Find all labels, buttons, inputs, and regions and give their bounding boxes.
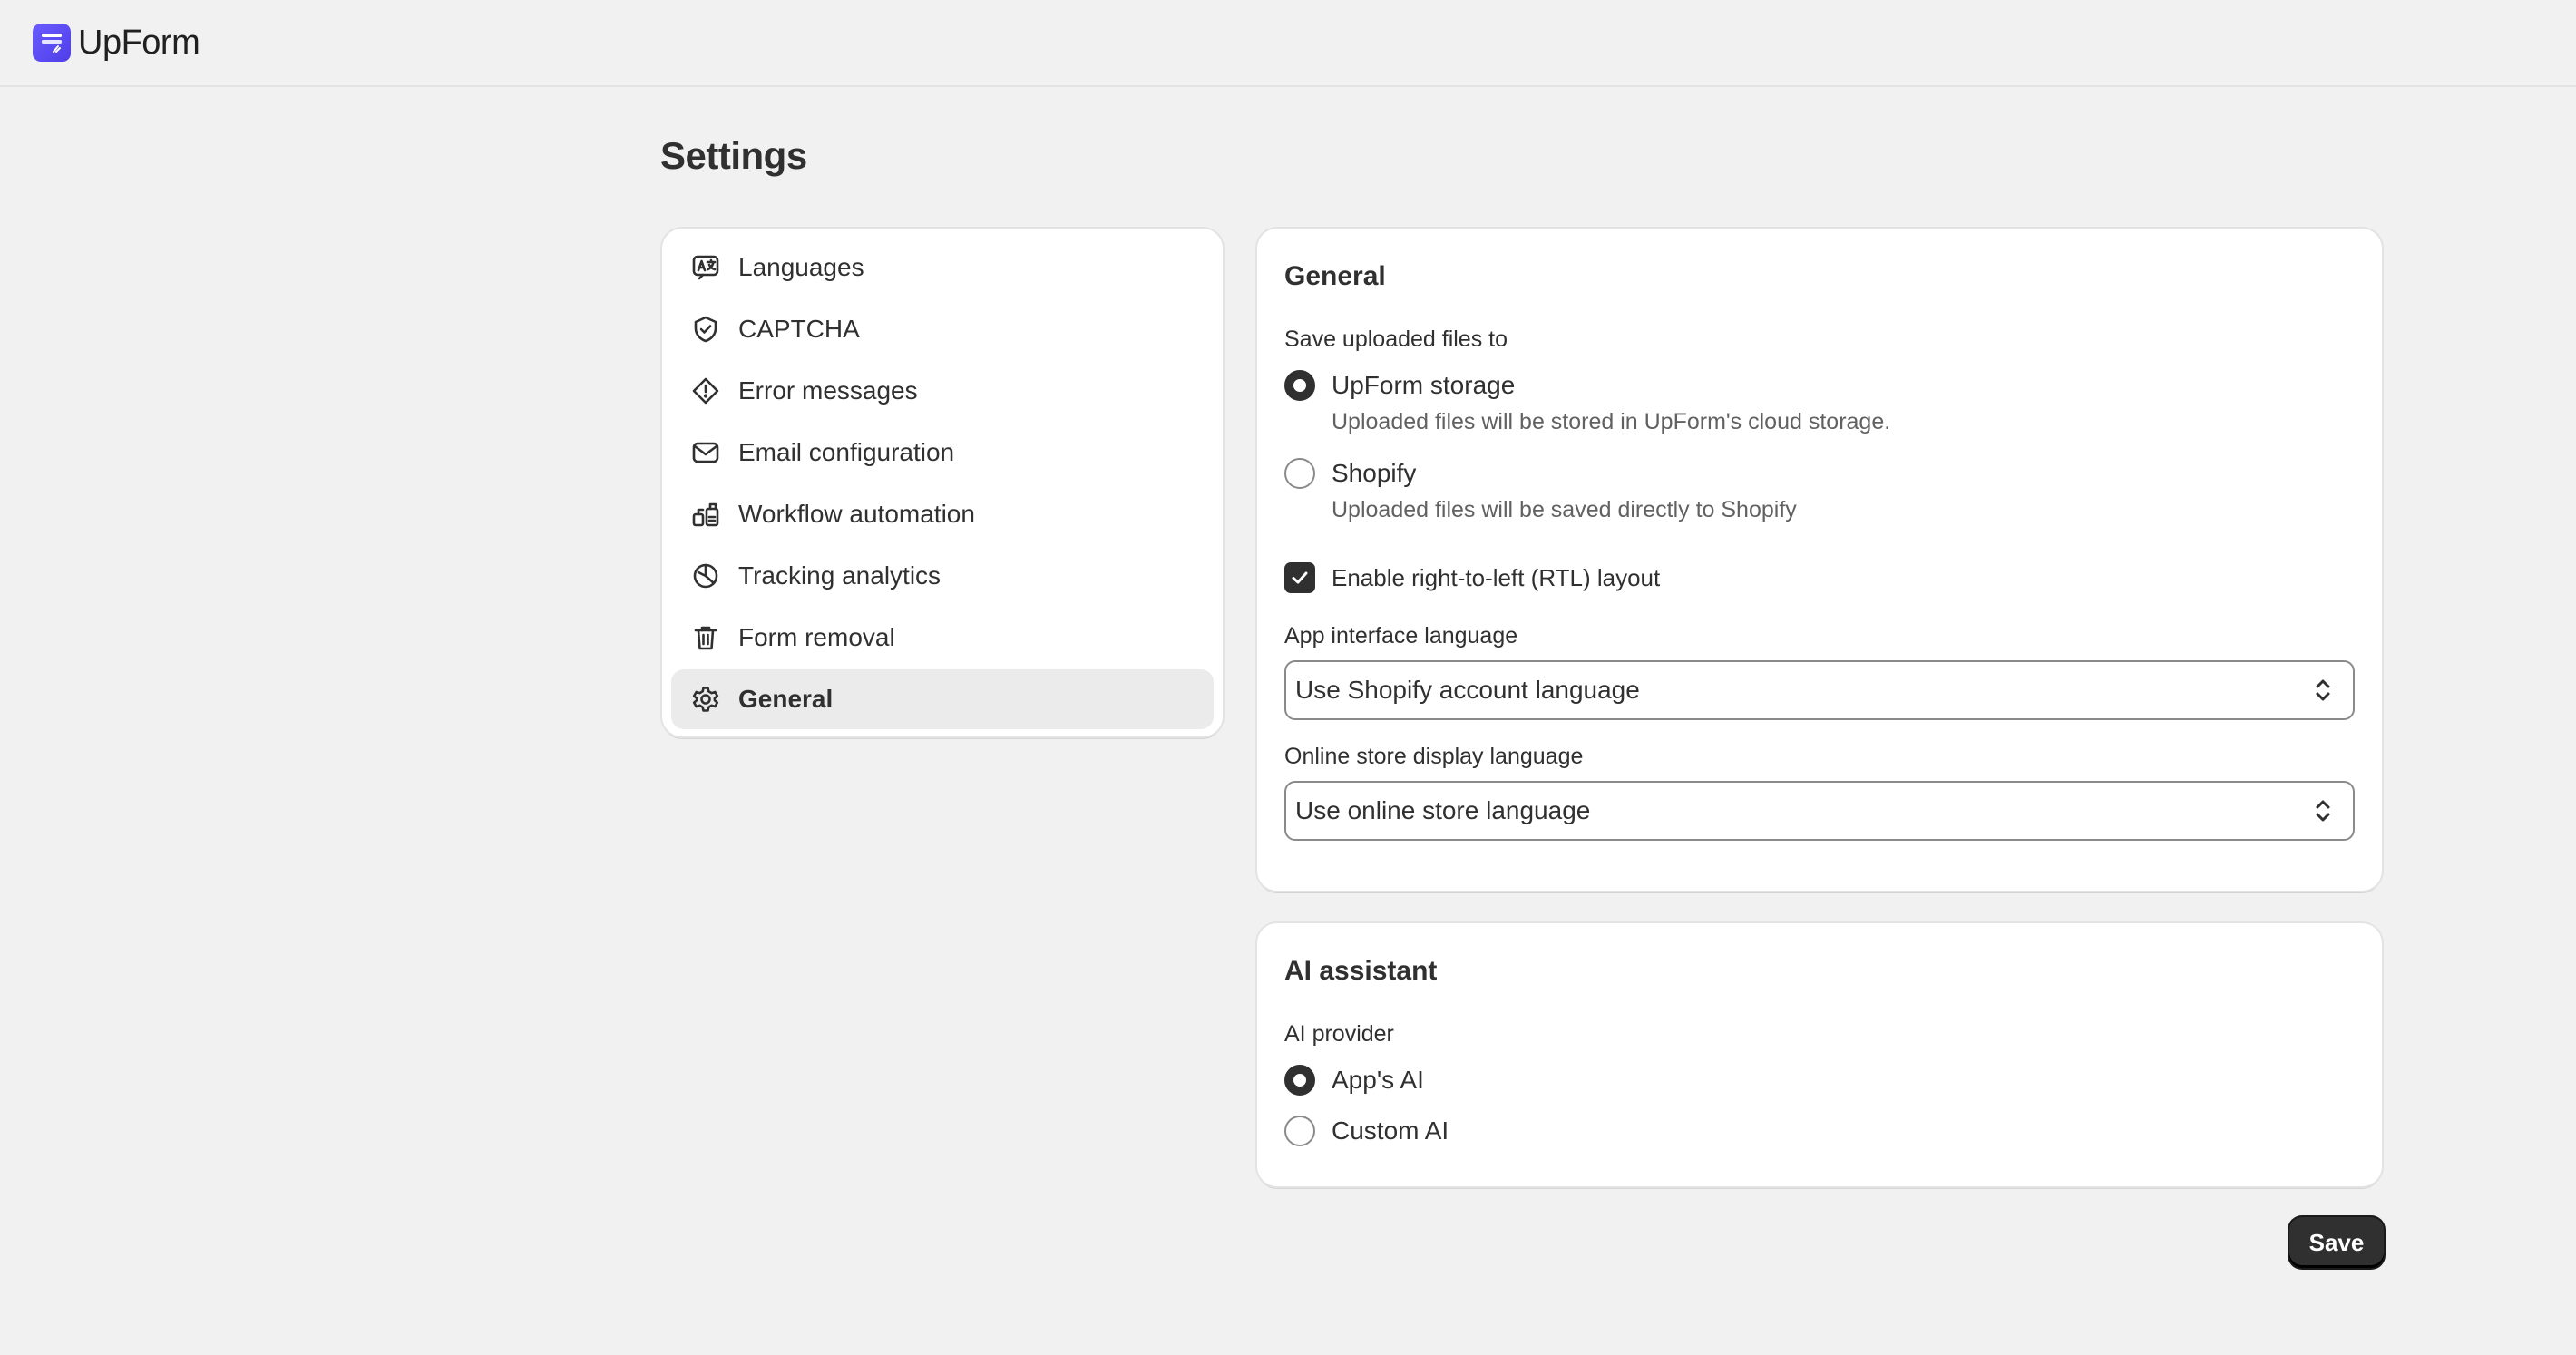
top-bar: UpForm bbox=[0, 0, 2576, 87]
nav-item-label: CAPTCHA bbox=[738, 315, 860, 343]
nav-item-tracking-analytics[interactable]: Tracking analytics bbox=[671, 546, 1214, 606]
email-icon bbox=[691, 438, 720, 467]
upload-destination-label: Save uploaded files to bbox=[1284, 327, 1508, 352]
shopify-radio-option[interactable]: Shopify bbox=[1284, 455, 2355, 492]
custom-ai-radio-option[interactable]: Custom AI bbox=[1284, 1113, 2355, 1149]
app-name: UpForm bbox=[78, 23, 200, 62]
shopify-radio[interactable] bbox=[1284, 458, 1315, 489]
apps-ai-label: App's AI bbox=[1332, 1066, 1424, 1094]
alert-diamond-icon bbox=[691, 376, 720, 405]
shopify-help: Uploaded files will be saved directly to… bbox=[1332, 497, 1797, 522]
general-settings-card: General Save uploaded files to UpForm st… bbox=[1257, 229, 2382, 891]
analytics-icon bbox=[691, 561, 720, 590]
nav-item-captcha[interactable]: CAPTCHA bbox=[671, 299, 1214, 359]
upform-storage-label: UpForm storage bbox=[1332, 371, 1516, 399]
nav-item-general[interactable]: General bbox=[671, 669, 1214, 729]
page-title: Settings bbox=[660, 134, 807, 177]
rtl-checkbox[interactable] bbox=[1284, 562, 1315, 593]
app-language-select[interactable]: Use Shopify account language bbox=[1284, 660, 2355, 720]
nav-item-label: Workflow automation bbox=[738, 500, 975, 528]
shield-check-icon bbox=[691, 315, 720, 344]
nav-item-error-messages[interactable]: Error messages bbox=[671, 361, 1214, 421]
custom-ai-label: Custom AI bbox=[1332, 1116, 1449, 1145]
checkmark-icon bbox=[1292, 571, 1308, 584]
nav-item-label: Tracking analytics bbox=[738, 561, 942, 590]
app-language-label: App interface language bbox=[1284, 623, 1518, 648]
gear-icon bbox=[691, 685, 720, 714]
rtl-label: Enable right-to-left (RTL) layout bbox=[1332, 563, 1661, 591]
upform-logo-icon bbox=[33, 24, 71, 62]
apps-ai-radio-option[interactable]: App's AI bbox=[1284, 1062, 2355, 1098]
language-icon bbox=[691, 253, 720, 282]
nav-item-languages[interactable]: Languages bbox=[671, 238, 1214, 297]
nav-item-label: Error messages bbox=[738, 376, 918, 405]
upform-storage-radio[interactable] bbox=[1284, 370, 1315, 401]
trash-icon bbox=[691, 623, 720, 652]
nav-item-workflow-automation[interactable]: Workflow automation bbox=[671, 484, 1214, 544]
custom-ai-radio[interactable] bbox=[1284, 1116, 1315, 1146]
nav-item-label: General bbox=[738, 685, 834, 713]
nav-item-email-configuration[interactable]: Email configuration bbox=[671, 423, 1214, 483]
nav-item-label: Languages bbox=[738, 253, 864, 281]
ai-card-title: AI assistant bbox=[1284, 956, 1438, 986]
rtl-checkbox-option[interactable]: Enable right-to-left (RTL) layout bbox=[1284, 560, 2355, 596]
store-language-select[interactable]: Use online store language bbox=[1284, 781, 2355, 841]
nav-item-label: Email configuration bbox=[738, 438, 955, 466]
app-language-value: Use Shopify account language bbox=[1295, 676, 1640, 704]
nav-item-label: Form removal bbox=[738, 623, 895, 651]
nav-item-form-removal[interactable]: Form removal bbox=[671, 608, 1214, 668]
ai-provider-label: AI provider bbox=[1284, 1021, 1394, 1047]
workflow-icon bbox=[691, 500, 720, 529]
ai-assistant-card: AI assistant AI provider App's AI Custom… bbox=[1257, 923, 2382, 1186]
save-button[interactable]: Save bbox=[2289, 1217, 2384, 1268]
general-card-title: General bbox=[1284, 261, 1386, 291]
upform-storage-help: Uploaded files will be stored in UpForm'… bbox=[1332, 409, 1891, 434]
select-arrows-icon bbox=[2316, 679, 2330, 701]
shopify-label: Shopify bbox=[1332, 459, 1417, 487]
store-language-label: Online store display language bbox=[1284, 744, 1584, 769]
apps-ai-radio[interactable] bbox=[1284, 1065, 1315, 1096]
select-arrows-icon bbox=[2316, 800, 2330, 822]
settings-nav: Languages CAPTCHA Error messages Email c… bbox=[662, 229, 1223, 736]
store-language-value: Use online store language bbox=[1295, 796, 1591, 824]
upform-storage-radio-option[interactable]: UpForm storage bbox=[1284, 367, 2355, 404]
